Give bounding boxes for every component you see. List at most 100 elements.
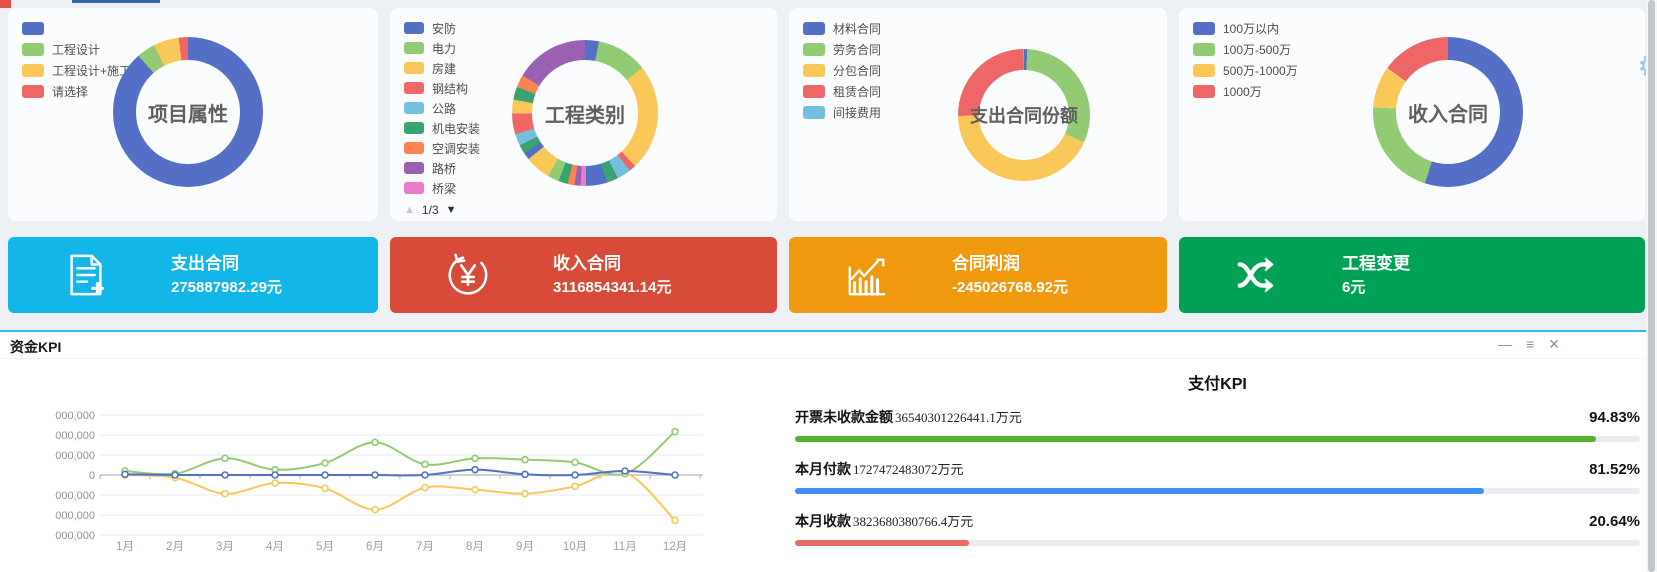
legend-item[interactable]: 100万以内 [1193,18,1298,39]
page-scrollbar[interactable] [1646,0,1657,572]
legend-item[interactable]: 租赁合同 [803,81,881,102]
pay-row-value: 36540301226441.1万元 [895,407,1022,426]
series-blue-marker [472,467,478,473]
pay-kpi-row: 本月付款 1727472483072万元 81.52% [795,459,1640,494]
pay-row-value: 3823680380766.4万元 [853,511,973,530]
legend-swatch [803,22,825,35]
x-axis-label: 4月 [266,541,284,553]
income-contract-donut: 收入合同 [1373,37,1523,187]
pay-kpi-row: 本月收款 3823680380766.4万元 20.64% [795,511,1640,546]
legend-item[interactable] [22,18,131,39]
kpi-value: 3116854341.14元 [553,278,671,298]
project-category-donut: 工程类别 [512,40,658,186]
pager-down-icon[interactable]: ▼ [446,204,457,216]
y-axis-label: 60,000,000 [55,430,95,442]
profit-chart-growth-icon [844,252,890,298]
pager-up-icon[interactable]: ▲ [404,204,415,216]
series-blue-marker [422,472,428,478]
kpi-value: -245026768.92元 [952,278,1068,298]
panel-controls: — ≡ ✕ [1498,336,1560,352]
legend-item[interactable]: 路桥 [404,158,480,178]
expense-contract-kpi-card[interactable]: 支出合同 275887982.29元 [8,237,378,313]
pay-row-percent: 81.52% [1589,461,1640,478]
pay-row-value: 1727472483072万元 [853,459,964,478]
income-contract-kpi-card[interactable]: 收入合同 3116854341.14元 [390,237,777,313]
legend-swatch [404,22,424,34]
expense-contract-share-legend: 材料合同劳务合同分包合同租赁合同间接费用 [803,18,881,123]
series-yellow-marker [572,483,578,489]
expense-contract-share-card: 材料合同劳务合同分包合同租赁合同间接费用 支出合同份额 [789,8,1167,221]
series-blue-marker [572,472,578,478]
legend-item[interactable]: 劳务合同 [803,39,881,60]
x-axis-label: 9月 [516,541,534,553]
expense-document-icon [63,252,109,298]
legend-item[interactable]: 分包合同 [803,60,881,81]
legend-item[interactable]: 空调安装 [404,138,480,158]
legend-label: 间接费用 [833,104,881,121]
legend-swatch [404,102,424,114]
legend-item[interactable]: 1000万 [1193,81,1298,102]
legend-label: 空调安装 [432,140,480,157]
series-blue-marker [622,468,628,474]
series-green-marker [222,455,228,461]
legend-swatch [1193,85,1215,98]
donut-cards-row: 工程设计工程设计+施工请选择 项目属性 安防电力房建钢结构公路机电安装空调安装路… [8,8,1645,221]
legend-item[interactable]: 安防 [404,18,480,38]
pay-kpi-title: 支付KPI [795,370,1640,390]
x-axis-label: 1月 [116,541,134,553]
project-attribute-card: 工程设计工程设计+施工请选择 项目属性 [8,8,378,221]
x-axis-label: 11月 [613,541,636,553]
series-green-marker [422,461,428,467]
x-axis-label: 5月 [316,541,334,553]
legend-item[interactable]: 500万-1000万 [1193,60,1298,81]
series-blue-marker [222,472,228,478]
y-axis-label: 90,000,000 [55,410,95,422]
income-contract-legend: 100万以内100万-500万500万-1000万 1000万 [1193,18,1298,102]
legend-item[interactable]: 公路 [404,98,480,118]
series-yellow-marker [472,487,478,493]
series-green-marker [672,429,678,435]
y-axis-label: -60,000,000 [55,510,95,522]
legend-item[interactable]: 材料合同 [803,18,881,39]
legend-item[interactable]: 桥梁 [404,178,480,198]
legend-swatch [1193,43,1215,56]
close-icon[interactable]: ✕ [1548,336,1560,352]
series-blue-marker [272,472,278,478]
fund-kpi-title: 资金KPI [10,337,61,357]
legend-swatch [404,42,424,54]
series-green-marker [572,459,578,465]
kpi-title: 收入合同 [553,253,671,275]
progress-track [795,436,1640,442]
legend-label: 房建 [432,60,456,77]
series-green-marker [522,457,528,463]
scrollbar-thumb[interactable] [1648,0,1655,572]
legend-swatch [22,22,44,35]
legend-item[interactable]: 机电安装 [404,118,480,138]
legend-item[interactable]: 钢结构 [404,78,480,98]
project-change-kpi-card[interactable]: 工程变更 6元 [1179,237,1645,313]
pay-kpi-row: 开票未收款金额 36540301226441.1万元 94.83% [795,407,1640,442]
legend-item[interactable]: 间接费用 [803,102,881,123]
series-blue-marker [672,472,678,478]
legend-label: 1000万 [1223,83,1262,100]
legend-swatch [803,85,825,98]
legend-item[interactable]: 100万-500万 [1193,39,1298,60]
legend-swatch [404,62,424,74]
legend-item[interactable]: 电力 [404,38,480,58]
legend-swatch [404,122,424,134]
pay-row-label: 本月付款 [795,459,851,479]
donut-center-title: 工程类别 [512,40,658,186]
legend-swatch [22,85,44,98]
menu-icon[interactable]: ≡ [1526,336,1534,352]
x-axis-label: 6月 [366,541,384,553]
kpi-title: 支出合同 [171,253,282,275]
legend-label: 机电安装 [432,120,480,137]
y-axis-label: 30,000,000 [55,450,95,462]
fund-kpi-line-chart: 90,000,00060,000,00030,000,0000-30,000,0… [55,390,715,565]
pay-row-percent: 20.64% [1589,513,1640,530]
progress-fill [795,540,969,546]
minimize-icon[interactable]: — [1498,336,1512,352]
legend-item[interactable]: 房建 [404,58,480,78]
legend-swatch [404,162,424,174]
contract-profit-kpi-card[interactable]: 合同利润 -245026768.92元 [789,237,1167,313]
